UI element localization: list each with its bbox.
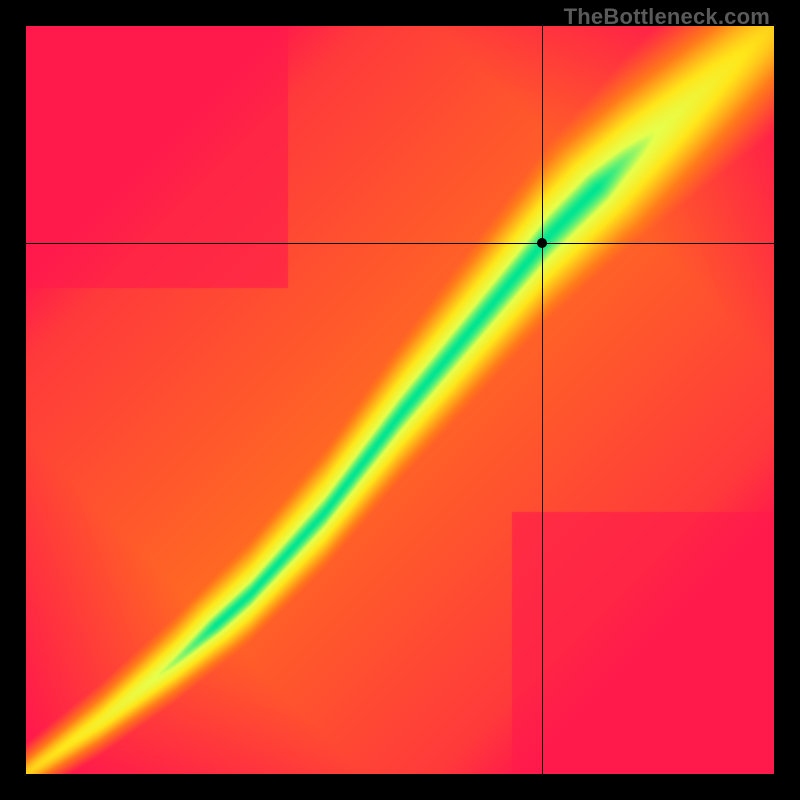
heatmap-plot-area [26,26,774,774]
chart-outer-frame: TheBottleneck.com [0,0,800,800]
marker-dot [537,238,547,248]
heatmap-canvas [26,26,774,774]
crosshair-horizontal [26,243,774,244]
crosshair-vertical [542,26,543,774]
watermark-text: TheBottleneck.com [564,4,770,30]
